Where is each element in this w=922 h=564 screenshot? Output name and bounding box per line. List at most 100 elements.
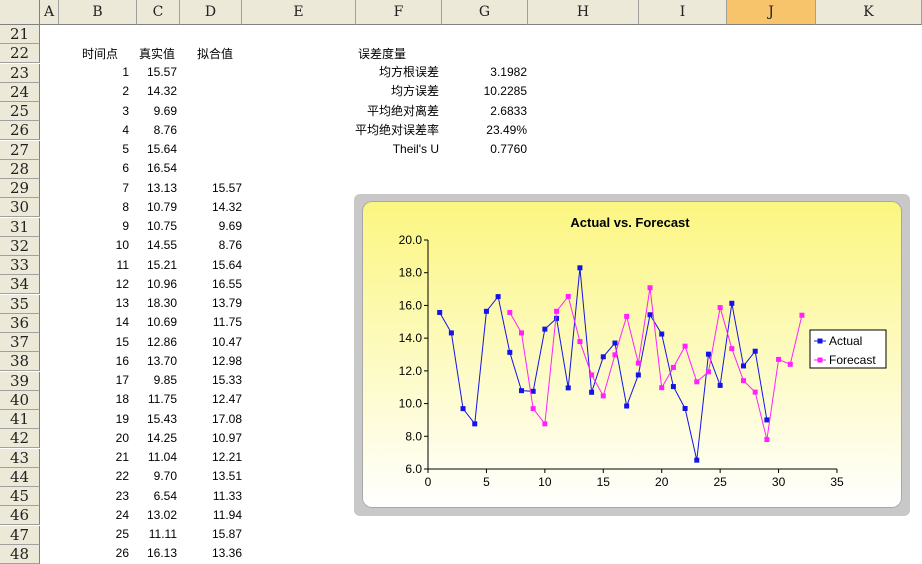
row-header-31[interactable]: 31 (0, 217, 40, 237)
select-all-corner[interactable] (0, 0, 40, 25)
row-header-37[interactable]: 37 (0, 333, 40, 352)
cell-fitted[interactable]: 13.51 (180, 467, 242, 486)
row-header-29[interactable]: 29 (0, 179, 40, 198)
metric-label[interactable]: 平均绝对离差 (300, 102, 439, 121)
metric-label[interactable]: 均方误差 (300, 82, 439, 101)
metric-value[interactable]: 0.7760 (450, 140, 527, 159)
row-header-43[interactable]: 43 (0, 448, 40, 468)
cell-actual[interactable]: 15.57 (135, 63, 177, 82)
metric-value[interactable]: 2.6833 (450, 102, 527, 121)
cell-time[interactable]: 25 (60, 525, 129, 544)
chart-area[interactable]: Actual vs. Forecast 6.0 8.0 10.0 12.0 14.0 16… (362, 201, 902, 508)
metrics-title[interactable]: 误差度量 (358, 45, 406, 64)
cell-fitted[interactable]: 15.64 (180, 256, 242, 275)
cell-fitted[interactable] (180, 82, 242, 101)
column-header-b[interactable]: B (59, 0, 137, 25)
cell-time[interactable]: 16 (60, 352, 129, 371)
header-actual[interactable]: 真实值 (139, 45, 175, 64)
column-header-c[interactable]: C (137, 0, 180, 25)
cell-fitted[interactable]: 16.55 (180, 275, 242, 294)
row-header-28[interactable]: 28 (0, 159, 40, 179)
cell-time[interactable]: 7 (60, 179, 129, 198)
metric-value[interactable]: 10.2285 (450, 82, 527, 101)
cell-fitted[interactable]: 15.33 (180, 371, 242, 390)
column-header-i[interactable]: I (639, 0, 727, 25)
row-header-34[interactable]: 34 (0, 275, 40, 295)
column-header-g[interactable]: G (442, 0, 528, 25)
cell-actual[interactable]: 9.70 (135, 467, 177, 486)
cell-time[interactable]: 11 (60, 256, 129, 275)
cell-fitted[interactable]: 10.47 (180, 333, 242, 352)
cell-actual[interactable]: 18.30 (135, 294, 177, 313)
cell-actual[interactable]: 10.75 (135, 217, 177, 236)
cell-fitted[interactable] (180, 140, 242, 159)
cell-fitted[interactable]: 11.75 (180, 313, 242, 332)
cell-time[interactable]: 13 (60, 294, 129, 313)
row-header-35[interactable]: 35 (0, 294, 40, 314)
cell-fitted[interactable] (180, 159, 242, 178)
row-header-26[interactable]: 26 (0, 121, 40, 141)
cell-actual[interactable]: 13.02 (135, 506, 177, 525)
cell-fitted[interactable]: 11.33 (180, 487, 242, 506)
row-header-27[interactable]: 27 (0, 140, 40, 160)
cell-fitted[interactable]: 9.69 (180, 217, 242, 236)
cell-actual[interactable]: 16.54 (135, 159, 177, 178)
cell-time[interactable]: 2 (60, 82, 129, 101)
cell-time[interactable]: 4 (60, 121, 129, 140)
row-header-45[interactable]: 45 (0, 487, 40, 506)
column-header-k[interactable]: K (816, 0, 922, 25)
cell-fitted[interactable]: 12.21 (180, 448, 242, 467)
cell-fitted[interactable]: 15.87 (180, 525, 242, 544)
row-header-47[interactable]: 47 (0, 525, 40, 545)
column-header-h[interactable]: H (528, 0, 639, 25)
row-header-22[interactable]: 22 (0, 44, 40, 64)
cell-actual[interactable]: 12.86 (135, 333, 177, 352)
row-header-21[interactable]: 21 (0, 25, 40, 44)
cell-actual[interactable]: 14.55 (135, 236, 177, 255)
row-header-25[interactable]: 25 (0, 102, 40, 121)
cell-fitted[interactable]: 14.32 (180, 198, 242, 217)
header-fitted[interactable]: 拟合值 (197, 45, 233, 64)
cell-time[interactable]: 5 (60, 140, 129, 159)
cell-time[interactable]: 12 (60, 275, 129, 294)
row-header-44[interactable]: 44 (0, 467, 40, 487)
row-header-48[interactable]: 48 (0, 544, 40, 564)
row-header-33[interactable]: 33 (0, 256, 40, 275)
cell-actual[interactable]: 11.75 (135, 390, 177, 409)
row-header-40[interactable]: 40 (0, 390, 40, 410)
cell-actual[interactable]: 11.11 (135, 525, 177, 544)
row-header-30[interactable]: 30 (0, 198, 40, 218)
cell-fitted[interactable] (180, 121, 242, 140)
metric-value[interactable]: 3.1982 (450, 63, 527, 82)
cell-fitted[interactable]: 12.47 (180, 390, 242, 409)
row-header-46[interactable]: 46 (0, 506, 40, 526)
cell-time[interactable]: 17 (60, 371, 129, 390)
cell-time[interactable]: 15 (60, 333, 129, 352)
cell-actual[interactable]: 10.96 (135, 275, 177, 294)
cell-time[interactable]: 1 (60, 63, 129, 82)
column-header-e[interactable]: E (242, 0, 356, 25)
cell-time[interactable]: 3 (60, 102, 129, 121)
cell-time[interactable]: 14 (60, 313, 129, 332)
cell-actual[interactable]: 10.79 (135, 198, 177, 217)
cell-time[interactable]: 22 (60, 467, 129, 486)
row-header-24[interactable]: 24 (0, 82, 40, 102)
column-header-f[interactable]: F (356, 0, 442, 25)
column-header-d[interactable]: D (180, 0, 242, 25)
cell-time[interactable]: 10 (60, 236, 129, 255)
cell-actual[interactable]: 15.43 (135, 410, 177, 429)
cell-actual[interactable]: 13.13 (135, 179, 177, 198)
cell-time[interactable]: 18 (60, 390, 129, 409)
row-header-42[interactable]: 42 (0, 429, 40, 449)
cell-time[interactable]: 8 (60, 198, 129, 217)
cell-time[interactable]: 24 (60, 506, 129, 525)
cell-fitted[interactable]: 17.08 (180, 410, 242, 429)
cell-actual[interactable]: 15.64 (135, 140, 177, 159)
cell-actual[interactable]: 14.32 (135, 82, 177, 101)
row-header-39[interactable]: 39 (0, 371, 40, 391)
cell-time[interactable]: 6 (60, 159, 129, 178)
cell-time[interactable]: 9 (60, 217, 129, 236)
cell-time[interactable]: 23 (60, 487, 129, 506)
metric-label[interactable]: Theil's U (300, 140, 439, 159)
row-header-23[interactable]: 23 (0, 63, 40, 83)
